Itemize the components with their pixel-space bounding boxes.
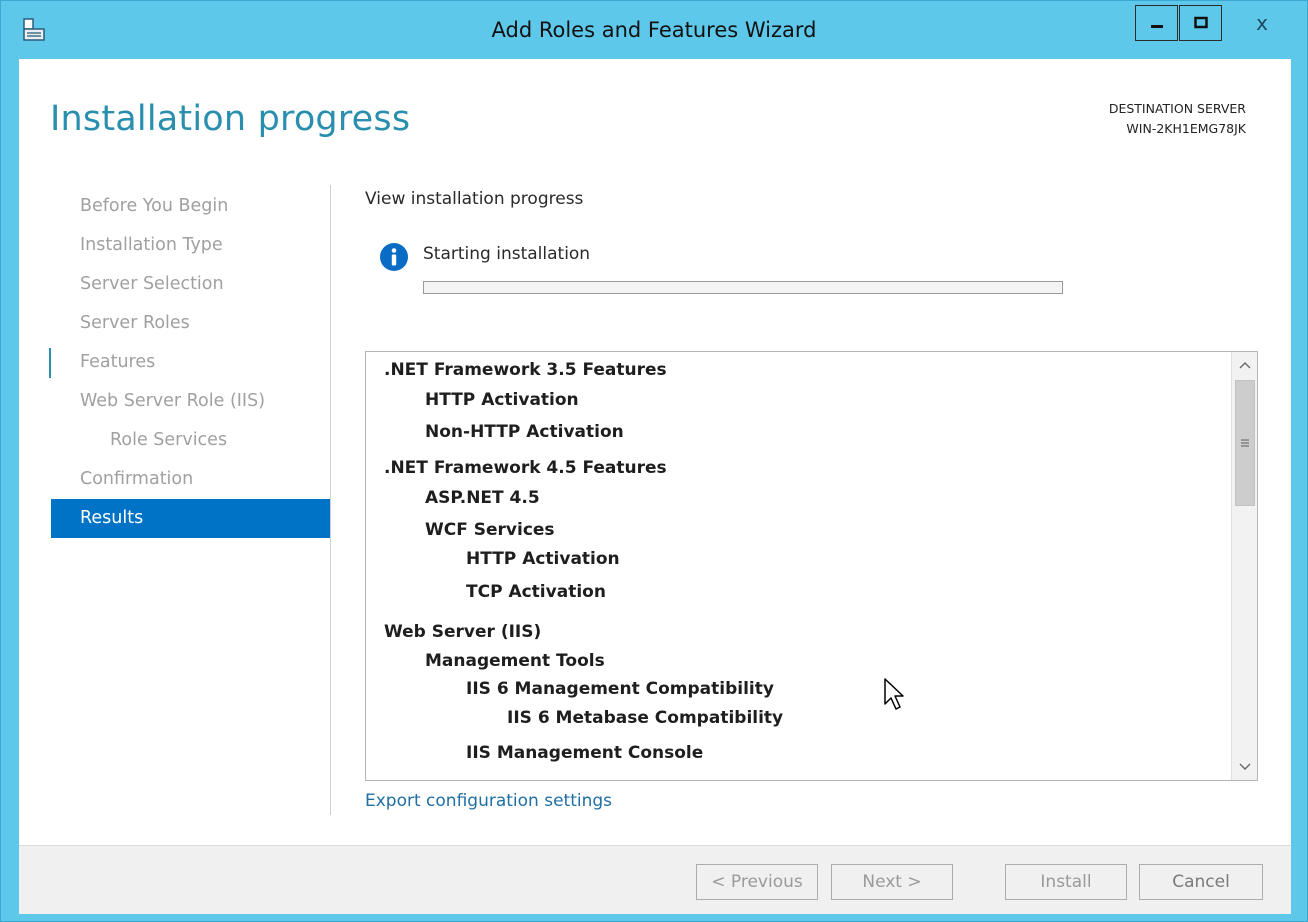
nav-item-label: Web Server Role (IIS) (80, 391, 266, 411)
list-item: .NET Framework 3.5 Features (384, 360, 667, 380)
list-item: .NET Framework 4.5 Features (384, 458, 667, 478)
list-item: HTTP Activation (425, 390, 579, 410)
list-item: IIS 6 Metabase Compatibility (507, 708, 784, 728)
previous-button[interactable]: < Previous (696, 864, 818, 900)
restore-icon (1193, 16, 1208, 29)
next-button[interactable]: Next > (831, 864, 953, 900)
status-text: Starting installation (423, 244, 591, 264)
nav-item-server-selection[interactable]: Server Selection (51, 265, 331, 304)
nav-item-before-you-begin[interactable]: Before You Begin (51, 187, 331, 226)
list-item: Web Server (IIS) (384, 622, 542, 642)
destination-server-label: DESTINATION SERVER (1108, 101, 1246, 116)
cancel-button[interactable]: Cancel (1139, 864, 1263, 900)
nav-item-installation-type[interactable]: Installation Type (51, 226, 331, 265)
wizard-window: Add Roles and Features Wizard x Installa… (0, 0, 1308, 922)
feature-list-scrollbar[interactable] (1231, 352, 1257, 780)
list-item: Management Tools (425, 651, 605, 671)
nav-item-server-roles[interactable]: Server Roles (51, 304, 331, 343)
nav-item-label: Role Services (110, 430, 228, 450)
list-item: TCP Activation (466, 582, 606, 602)
list-item: WCF Services (425, 520, 555, 540)
nav-item-label: Results (80, 508, 144, 528)
list-item: ASP.NET 4.5 (425, 488, 540, 508)
scroll-down-button[interactable] (1232, 754, 1257, 780)
close-button[interactable]: x (1223, 5, 1301, 41)
scroll-up-button[interactable] (1232, 352, 1257, 378)
nav-item-label: Installation Type (80, 235, 223, 255)
installation-progress-bar (423, 281, 1063, 294)
list-item: IIS 6 Management Compatibility (466, 679, 774, 699)
nav-item-label: Confirmation (80, 469, 194, 489)
nav-item-web-server-role[interactable]: Web Server Role (IIS) (51, 382, 331, 421)
page-title: Installation progress (50, 99, 411, 139)
close-icon: x (1256, 11, 1268, 35)
chevron-down-icon (1239, 763, 1251, 770)
nav-item-label: Server Roles (80, 313, 190, 333)
grip-icon (1241, 439, 1249, 447)
list-item: Non-HTTP Activation (425, 422, 624, 442)
nav-item-role-services[interactable]: Role Services (51, 421, 331, 460)
nav-item-label: Features (80, 352, 156, 372)
destination-server-name: WIN-2KH1EMG78JK (1126, 121, 1246, 136)
list-item: IIS Management Console (466, 743, 704, 763)
nav-item-confirmation[interactable]: Confirmation (51, 460, 331, 499)
destination-server-info: DESTINATION SERVER WIN-2KH1EMG78JK (1109, 99, 1246, 139)
chevron-up-icon (1239, 362, 1251, 369)
maximize-button[interactable] (1179, 5, 1222, 41)
minimize-icon (1150, 25, 1163, 28)
nav-focus-marker (49, 348, 51, 378)
info-icon (380, 243, 408, 271)
window-title: Add Roles and Features Wizard (491, 18, 817, 42)
minimize-button[interactable] (1135, 5, 1178, 41)
nav-item-label: Server Selection (80, 274, 224, 294)
scroll-thumb[interactable] (1235, 380, 1255, 506)
install-button[interactable]: Install (1005, 864, 1127, 900)
feature-list[interactable]: .NET Framework 3.5 Features HTTP Activat… (365, 351, 1258, 781)
export-configuration-link[interactable]: Export configuration settings (365, 791, 612, 811)
nav-item-features[interactable]: Features (49, 343, 331, 382)
wizard-footer: < Previous Next > Install Cancel (19, 845, 1291, 914)
wizard-content: Installation progress DESTINATION SERVER… (19, 59, 1291, 914)
section-label: View installation progress (365, 189, 584, 209)
list-item: HTTP Activation (466, 549, 620, 569)
wizard-nav: Before You Begin Installation Type Serve… (49, 187, 331, 538)
title-bar[interactable]: Add Roles and Features Wizard x (1, 1, 1307, 59)
nav-item-results[interactable]: Results (51, 499, 331, 538)
nav-item-label: Before You Begin (80, 196, 229, 216)
mouse-pointer-icon (884, 678, 904, 710)
nav-divider (330, 185, 331, 815)
